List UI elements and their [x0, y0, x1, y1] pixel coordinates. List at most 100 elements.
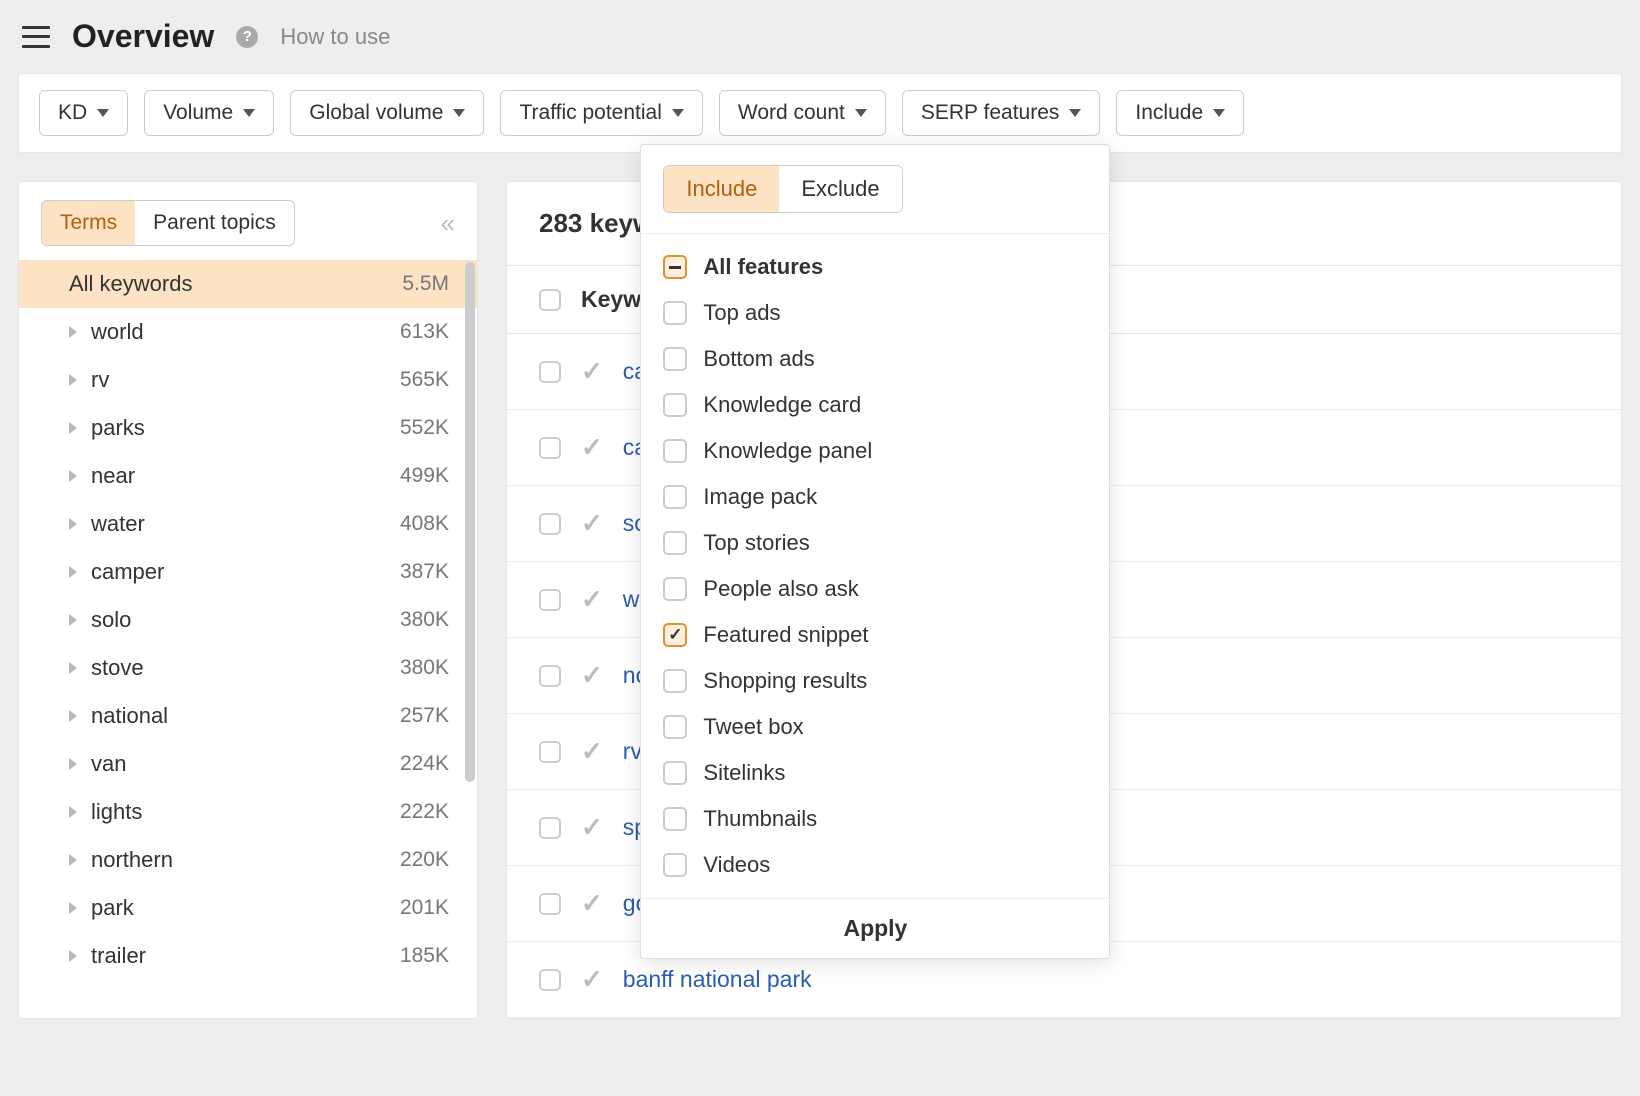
row-checkbox[interactable] [539, 361, 561, 383]
feature-label: Knowledge panel [703, 438, 872, 464]
checkbox-icon[interactable] [663, 531, 687, 555]
sidebar-item[interactable]: trailer185K [19, 932, 477, 980]
sidebar-item-label: rv [91, 367, 400, 393]
scrollbar[interactable] [465, 262, 475, 782]
sidebar-item[interactable]: rv565K [19, 356, 477, 404]
filter-kd[interactable]: KD [39, 90, 128, 136]
collapse-sidebar-icon[interactable]: « [441, 208, 455, 239]
sidebar-item-count: 380K [400, 608, 449, 632]
checkbox-checked-icon[interactable] [663, 623, 687, 647]
filter-word-count-label: Word count [738, 101, 845, 125]
sidebar-item-label: park [91, 895, 400, 921]
sidebar-item-count: 387K [400, 560, 449, 584]
check-icon: ✓ [581, 888, 603, 919]
feature-row[interactable]: Thumbnails [663, 796, 1087, 842]
checkbox-icon[interactable] [663, 439, 687, 463]
row-checkbox[interactable] [539, 437, 561, 459]
checkbox-icon[interactable] [663, 347, 687, 371]
feature-row[interactable]: Videos [663, 842, 1087, 888]
tab-terms[interactable]: Terms [42, 201, 135, 245]
sidebar-item[interactable]: parks552K [19, 404, 477, 452]
row-checkbox[interactable] [539, 741, 561, 763]
sidebar-item-label: lights [91, 799, 400, 825]
checkbox-icon[interactable] [663, 853, 687, 877]
sidebar-item[interactable]: camper387K [19, 548, 477, 596]
feature-row[interactable]: Knowledge card [663, 382, 1087, 428]
sidebar-item[interactable]: lights222K [19, 788, 477, 836]
feature-label: Tweet box [703, 714, 803, 740]
filter-volume[interactable]: Volume [144, 90, 274, 136]
checkbox-icon[interactable] [663, 485, 687, 509]
check-icon: ✓ [581, 432, 603, 463]
feature-label: Bottom ads [703, 346, 814, 372]
checkbox-icon[interactable] [663, 807, 687, 831]
all-features-row[interactable]: All features [663, 244, 1087, 290]
select-all-checkbox[interactable] [539, 289, 561, 311]
chevron-right-icon [69, 614, 77, 626]
row-checkbox[interactable] [539, 817, 561, 839]
exclude-tab[interactable]: Exclude [779, 166, 901, 212]
sidebar-item-count: 201K [400, 896, 449, 920]
checkbox-icon[interactable] [663, 715, 687, 739]
filter-traffic-potential[interactable]: Traffic potential [500, 90, 702, 136]
feature-row[interactable]: Top stories [663, 520, 1087, 566]
menu-icon[interactable] [22, 26, 50, 48]
checkbox-indeterminate-icon[interactable] [663, 255, 687, 279]
feature-row[interactable]: Knowledge panel [663, 428, 1087, 474]
feature-row[interactable]: Shopping results [663, 658, 1087, 704]
sidebar-item[interactable]: near499K [19, 452, 477, 500]
all-features-label: All features [703, 254, 823, 280]
sidebar-item-all-keywords[interactable]: All keywords 5.5M [19, 260, 477, 308]
keyword-link[interactable]: banff national park [623, 966, 812, 993]
check-icon: ✓ [581, 584, 603, 615]
row-checkbox[interactable] [539, 513, 561, 535]
sidebar-item-count: 220K [400, 848, 449, 872]
filter-include[interactable]: Include [1116, 90, 1244, 136]
include-tab[interactable]: Include [664, 166, 779, 212]
chevron-right-icon [69, 806, 77, 818]
chevron-right-icon [69, 662, 77, 674]
help-icon[interactable]: ? [236, 26, 258, 48]
row-checkbox[interactable] [539, 893, 561, 915]
chevron-down-icon [672, 109, 684, 117]
feature-row[interactable]: Image pack [663, 474, 1087, 520]
sidebar-item[interactable]: northern220K [19, 836, 477, 884]
feature-row[interactable]: Top ads [663, 290, 1087, 336]
filter-serp-features[interactable]: SERP features [902, 90, 1101, 136]
feature-row[interactable]: People also ask [663, 566, 1087, 612]
feature-row[interactable]: Bottom ads [663, 336, 1087, 382]
sidebar-item[interactable]: water408K [19, 500, 477, 548]
sidebar-item-label: trailer [91, 943, 400, 969]
sidebar-item[interactable]: stove380K [19, 644, 477, 692]
sidebar-item-count: 185K [400, 944, 449, 968]
chevron-down-icon [453, 109, 465, 117]
chevron-right-icon [69, 518, 77, 530]
how-to-use-link[interactable]: How to use [280, 24, 390, 50]
filter-word-count[interactable]: Word count [719, 90, 886, 136]
feature-label: Shopping results [703, 668, 867, 694]
row-checkbox[interactable] [539, 589, 561, 611]
sidebar-item[interactable]: national257K [19, 692, 477, 740]
checkbox-icon[interactable] [663, 301, 687, 325]
sidebar-item[interactable]: solo380K [19, 596, 477, 644]
row-checkbox[interactable] [539, 969, 561, 991]
feature-label: Sitelinks [703, 760, 785, 786]
checkbox-icon[interactable] [663, 761, 687, 785]
checkbox-icon[interactable] [663, 393, 687, 417]
feature-label: Thumbnails [703, 806, 817, 832]
tab-parent-topics[interactable]: Parent topics [135, 201, 294, 245]
filter-global-volume[interactable]: Global volume [290, 90, 484, 136]
row-checkbox[interactable] [539, 665, 561, 687]
feature-row[interactable]: Tweet box [663, 704, 1087, 750]
page-title: Overview [72, 18, 214, 55]
sidebar-item[interactable]: van224K [19, 740, 477, 788]
checkbox-icon[interactable] [663, 669, 687, 693]
feature-label: Videos [703, 852, 770, 878]
chevron-down-icon [243, 109, 255, 117]
sidebar-item[interactable]: park201K [19, 884, 477, 932]
checkbox-icon[interactable] [663, 577, 687, 601]
feature-row[interactable]: Featured snippet [663, 612, 1087, 658]
feature-row[interactable]: Sitelinks [663, 750, 1087, 796]
apply-button[interactable]: Apply [641, 898, 1109, 958]
sidebar-item[interactable]: world613K [19, 308, 477, 356]
